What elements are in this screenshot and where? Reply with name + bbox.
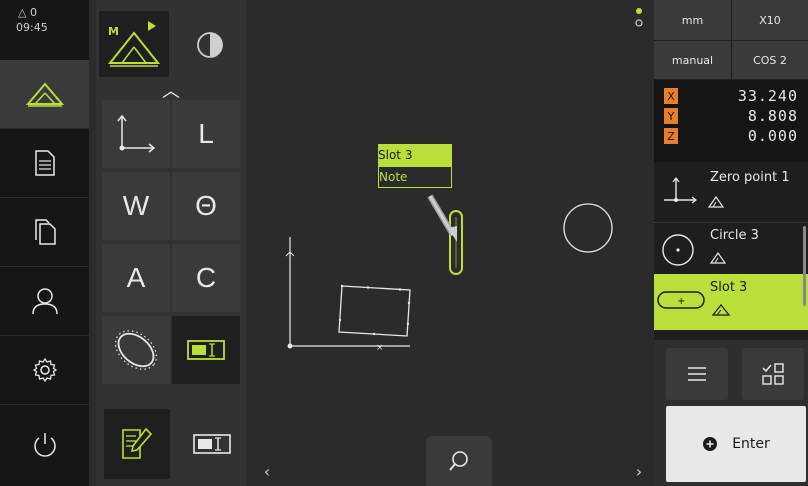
tag-title: Slot 3 <box>378 144 452 166</box>
feature-label: Zero point 1 <box>710 170 790 185</box>
measured-icon <box>710 252 726 264</box>
coordinate-system-setting[interactable]: COS 2 <box>732 41 808 79</box>
axis-badge-z: Z <box>664 128 678 144</box>
coord-value-z: 0.000 <box>747 127 798 145</box>
contrast-icon <box>197 32 223 58</box>
slot-3-geometry[interactable] <box>449 210 463 275</box>
coordinate-system-icon <box>117 114 156 153</box>
file-management-button[interactable] <box>0 198 89 266</box>
circle-feature-icon <box>662 234 694 266</box>
tool-circle[interactable]: C <box>172 244 240 312</box>
list-menu-button[interactable] <box>666 348 728 400</box>
clock: 09:45 <box>16 21 48 34</box>
plus-circle-icon <box>703 437 718 451</box>
frame-tool-icon <box>187 340 225 360</box>
slot-3-tag[interactable]: Slot 3 Note <box>378 144 452 188</box>
measurement-canvas[interactable]: × Slot 3 Note ‹ › <box>250 0 654 486</box>
tag-leader-line <box>427 194 457 242</box>
power-button[interactable] <box>0 410 89 478</box>
tool-ellipse[interactable] <box>102 316 170 384</box>
select-features-button[interactable] <box>742 348 804 400</box>
svg-text:×: × <box>376 343 384 353</box>
unit-setting[interactable]: mm <box>654 0 731 40</box>
enter-button[interactable]: Enter <box>666 406 806 482</box>
measured-icon <box>712 304 730 316</box>
collapse-up-icon[interactable]: ︿ <box>156 80 186 102</box>
hamburger-icon <box>688 367 706 381</box>
protocol-menu-button[interactable] <box>0 129 89 197</box>
warning-count: 0 <box>29 6 37 19</box>
zero-point-icon <box>664 177 697 204</box>
settings-button[interactable] <box>0 336 89 404</box>
checklist-grid-icon <box>762 363 784 385</box>
auto-measure-tool[interactable]: M <box>99 11 169 77</box>
warning-indicator: △ 0 <box>18 6 37 19</box>
circle-3-geometry[interactable] <box>563 203 613 253</box>
tool-width[interactable]: W <box>102 172 170 240</box>
coord-row-x: X 33.240 <box>654 86 808 106</box>
feature-label: Slot 3 <box>710 280 748 295</box>
inspector-panel: mm X10 manual COS 2 X 33.240 Y 8.808 Z 0… <box>654 0 808 486</box>
zoom-button[interactable] <box>426 436 492 486</box>
contrast-tool[interactable] <box>176 11 244 79</box>
magnification-setting[interactable]: X10 <box>732 0 808 40</box>
coord-value-x: 33.240 <box>737 87 798 105</box>
coord-value-y: 8.808 <box>747 107 798 125</box>
tool-measure-tool-selected[interactable] <box>172 316 240 384</box>
annotation-tool[interactable] <box>104 409 170 479</box>
expand-left-button[interactable]: ‹ <box>254 458 280 484</box>
user-login-button[interactable] <box>0 267 89 335</box>
measure-menu-button[interactable] <box>0 60 89 128</box>
slot-feature-icon: + <box>657 291 705 309</box>
geometry-view: × <box>285 194 613 353</box>
auto-measure-icon: M <box>107 21 161 67</box>
files-icon <box>34 219 56 245</box>
frame-tool[interactable] <box>182 409 242 479</box>
list-scrollbar[interactable] <box>803 226 806 306</box>
magnifier-icon <box>449 451 468 471</box>
svg-text:M: M <box>108 25 119 38</box>
status-area[interactable]: △ 0 09:45 <box>0 0 89 60</box>
ellipse-icon <box>114 330 158 370</box>
feature-list[interactable]: Zero point 1 Circle 3 + Slot 3 <box>654 162 808 334</box>
svg-text:+: + <box>677 296 685 307</box>
tool-palette: M ︿ L W Θ A C <box>96 0 246 486</box>
tool-length[interactable]: L <box>172 100 240 168</box>
tool-coordinate-system[interactable] <box>102 100 170 168</box>
feature-item-zero-point[interactable]: Zero point 1 <box>654 166 808 222</box>
user-icon <box>31 288 58 315</box>
edit-document-icon <box>122 427 153 459</box>
feature-item-slot-3[interactable]: + Slot 3 <box>654 274 808 330</box>
main-sidebar: △ 0 09:45 <box>0 0 89 486</box>
coord-row-y: Y 8.808 <box>654 106 808 126</box>
expand-right-button[interactable]: › <box>626 458 652 484</box>
position-display: X 33.240 Y 8.808 Z 0.000 <box>654 80 808 162</box>
coord-row-z: Z 0.000 <box>654 126 808 146</box>
tool-area[interactable]: A <box>102 244 170 312</box>
mode-setting[interactable]: manual <box>654 41 731 79</box>
frame-icon <box>193 434 231 454</box>
axis-badge-y: Y <box>664 108 678 124</box>
feature-item-circle-3[interactable]: Circle 3 <box>654 222 808 278</box>
feature-label: Circle 3 <box>710 228 759 243</box>
warning-icon: △ <box>18 6 27 19</box>
measured-icon <box>708 196 724 208</box>
sensor-status-icon <box>635 8 643 27</box>
chevron-left-icon: ‹ <box>263 461 271 481</box>
tool-angle[interactable]: Θ <box>172 172 240 240</box>
measure-icon <box>25 82 64 107</box>
measured-rectangle[interactable] <box>338 284 411 337</box>
power-icon <box>33 433 56 457</box>
tag-note[interactable]: Note <box>378 166 452 188</box>
chevron-right-icon: › <box>635 461 643 481</box>
document-icon <box>34 150 55 176</box>
sensor-status[interactable] <box>634 6 646 34</box>
axis-badge-x: X <box>664 88 678 104</box>
gear-icon <box>32 357 57 383</box>
enter-label: Enter <box>732 436 770 452</box>
